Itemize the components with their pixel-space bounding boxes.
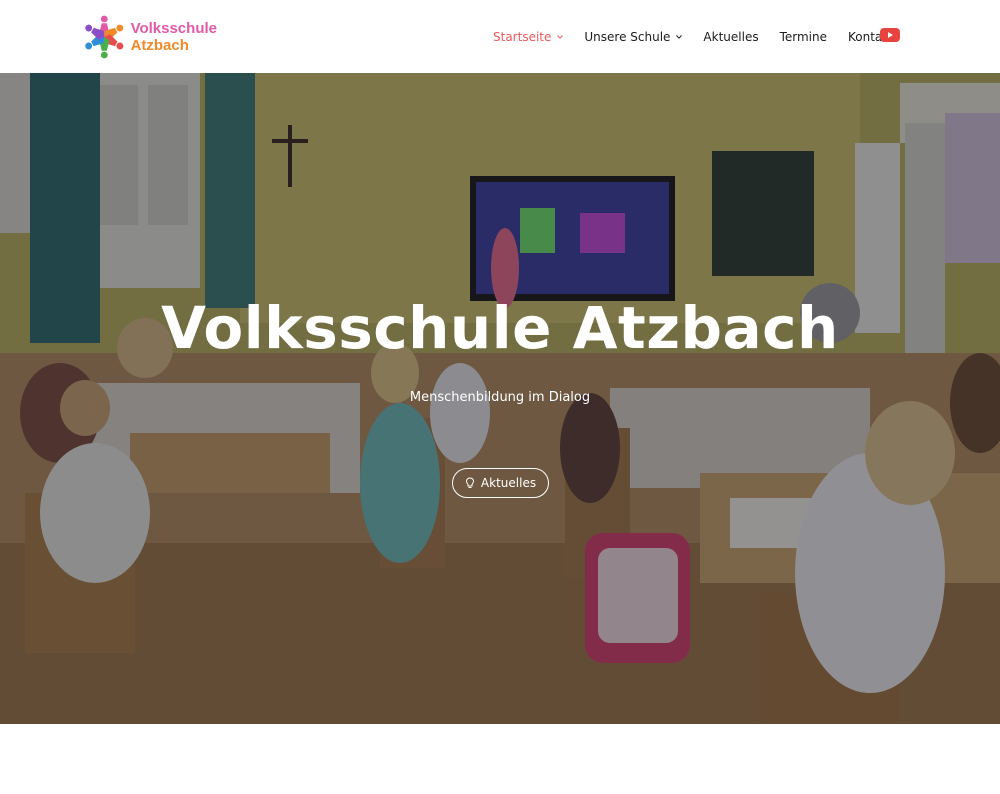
lightbulb-icon — [465, 477, 474, 488]
nav-item-termine[interactable]: Termine — [780, 30, 827, 44]
nav-item-unsere-schule[interactable]: Unsere Schule — [584, 30, 683, 44]
nav-item-label: Startseite — [493, 30, 552, 44]
content-area — [0, 724, 1000, 794]
nav-item-startseite[interactable]: Startseite — [493, 30, 564, 44]
main-nav: Startseite Unsere Schule Aktuelles Termi… — [493, 27, 915, 47]
chevron-down-icon — [676, 35, 683, 39]
logo-people-icon — [85, 15, 124, 59]
logo-line-1: Volksschule — [130, 20, 217, 37]
nav-item-label: Unsere Schule — [584, 30, 671, 44]
aktuelles-button[interactable]: Aktuelles — [452, 468, 549, 498]
nav-item-aktuelles[interactable]: Aktuelles — [703, 30, 758, 44]
hero-subtitle: Menschenbildung im Dialog — [409, 390, 591, 405]
youtube-link[interactable] — [880, 27, 900, 42]
site-logo[interactable]: Volksschule Atzbach — [82, 9, 217, 65]
chevron-down-icon — [557, 35, 564, 39]
logo-text: Volksschule Atzbach — [131, 20, 217, 54]
aktuelles-button-label: Aktuelles — [480, 476, 537, 490]
youtube-icon — [880, 28, 900, 42]
nav-item-label: Termine — [779, 30, 827, 44]
hero-section: Volksschule Atzbach Menschenbildung im D… — [0, 73, 1000, 724]
hero-title: Volksschule Atzbach — [161, 294, 839, 362]
logo-line-2: Atzbach — [130, 37, 189, 54]
site-header: Volksschule Atzbach Startseite Unsere Sc… — [0, 0, 1000, 73]
nav-item-label: Aktuelles — [703, 30, 759, 44]
